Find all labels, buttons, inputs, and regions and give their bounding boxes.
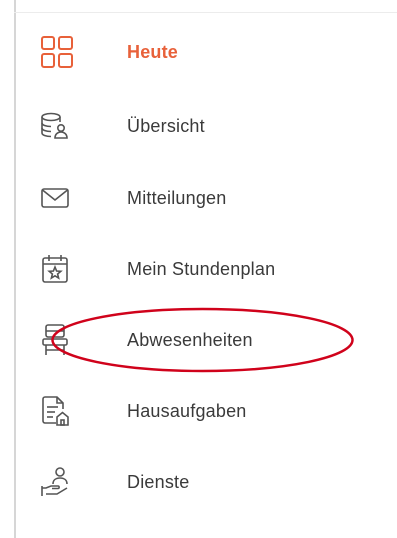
database-person-icon: [40, 106, 80, 146]
hand-person-icon: [40, 462, 80, 502]
sidebar-item-hausaufgaben[interactable]: Hausaufgaben: [40, 383, 370, 439]
sidebar-item-label: Hausaufgaben: [127, 400, 247, 421]
sidebar-item-label: Mitteilungen: [127, 187, 227, 208]
sidebar-nav: Heute Übersicht Mitteilungen Mein Stunde…: [0, 0, 397, 538]
sidebar-item-label: Übersicht: [127, 115, 205, 136]
sidebar-item-heute[interactable]: Heute: [40, 24, 370, 80]
document-house-icon: [40, 391, 80, 431]
chair-icon: [40, 320, 80, 360]
envelope-icon: [40, 178, 80, 218]
sidebar-item-label: Mein Stundenplan: [127, 258, 276, 279]
dashboard-grid-icon: [40, 32, 80, 72]
sidebar-item-abwesenheiten[interactable]: Abwesenheiten: [40, 312, 370, 368]
sidebar-item-label: Abwesenheiten: [127, 329, 253, 350]
sidebar-item-label: Heute: [127, 41, 179, 62]
sidebar-item-uebersicht[interactable]: Übersicht: [40, 98, 370, 154]
sidebar-item-dienste[interactable]: Dienste: [40, 454, 370, 510]
sidebar-item-mitteilungen[interactable]: Mitteilungen: [40, 170, 370, 226]
sidebar-item-mein-stundenplan[interactable]: Mein Stundenplan: [40, 241, 370, 297]
calendar-star-icon: [40, 249, 80, 289]
sidebar-item-label: Dienste: [127, 471, 190, 492]
sidebar-panel: Heute Übersicht Mitteilungen Mein Stunde…: [0, 0, 397, 538]
